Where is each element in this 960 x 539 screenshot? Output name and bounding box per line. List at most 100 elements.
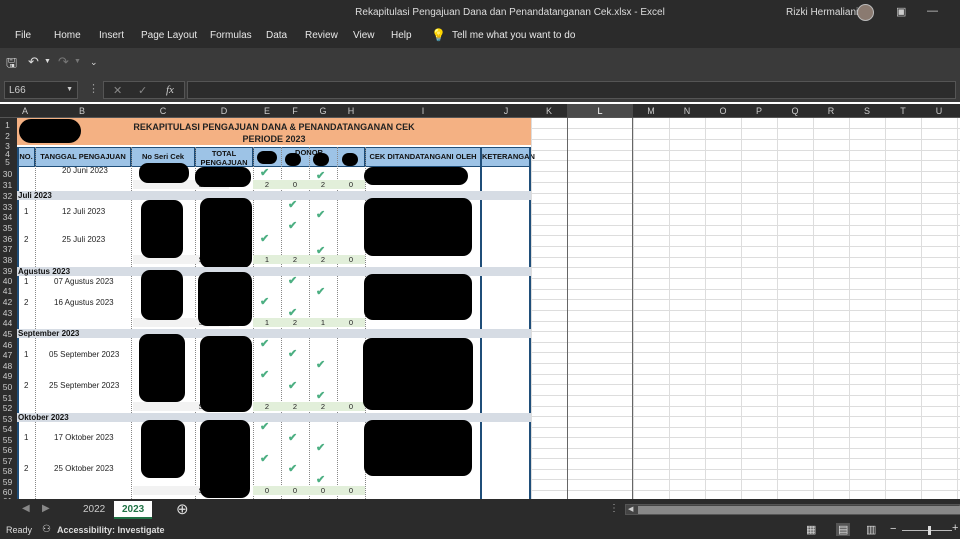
enter-icon[interactable]: ✓ — [138, 84, 147, 97]
zoom-in-icon[interactable]: + — [952, 522, 958, 534]
scroll-left-arrow-icon[interactable]: ◀ — [628, 505, 633, 513]
column-header[interactable]: Q — [777, 106, 813, 116]
row-header[interactable]: 45 — [0, 329, 15, 339]
row-header[interactable]: 39 — [0, 266, 15, 276]
column-header[interactable]: B — [33, 106, 131, 116]
column-header[interactable]: R — [813, 106, 849, 116]
customize-toolbar-icon[interactable]: ⌄ — [90, 57, 98, 68]
normal-view-icon[interactable]: ▦ — [806, 523, 816, 536]
row-header[interactable]: 1 — [0, 120, 15, 130]
row-header[interactable]: 48 — [0, 361, 15, 371]
row-header[interactable]: 41 — [0, 286, 15, 296]
row-header[interactable]: 31 — [0, 180, 15, 190]
row-header[interactable]: 59 — [0, 477, 15, 487]
accessibility-icon[interactable]: ⚇ — [42, 524, 51, 535]
tab-2023[interactable]: 2023 — [114, 501, 153, 519]
tab-file[interactable]: File — [15, 30, 31, 41]
row-header[interactable]: 57 — [0, 456, 15, 466]
tab-help[interactable]: Help — [391, 30, 412, 41]
accessibility-status[interactable]: Accessibility: Investigate — [57, 525, 165, 535]
column-header[interactable]: F — [281, 106, 309, 116]
undo-icon[interactable]: ↶ — [28, 54, 39, 70]
save-icon[interactable]: 🖫 — [6, 54, 17, 76]
more-icon[interactable]: ⋮ — [88, 82, 99, 95]
tab-insert[interactable]: Insert — [99, 30, 124, 41]
column-header[interactable]: A — [17, 106, 33, 116]
column-header[interactable]: U — [921, 106, 957, 116]
tab-formulas[interactable]: Formulas — [210, 30, 252, 41]
redo-dropdown-icon[interactable]: ▼ — [74, 58, 81, 65]
column-header[interactable]: T — [885, 106, 921, 116]
tab-page-layout[interactable]: Page Layout — [141, 30, 197, 41]
cancel-icon[interactable]: ✕ — [113, 84, 122, 97]
zoom-slider[interactable] — [902, 530, 952, 531]
column-header[interactable]: D — [195, 106, 253, 116]
zoom-out-icon[interactable]: − — [890, 523, 896, 535]
column-header[interactable]: O — [705, 106, 741, 116]
worksheet-grid[interactable]: REKAPITULASI PENGAJUAN DANA & PENANDATAN… — [17, 118, 960, 499]
tab-view[interactable]: View — [353, 30, 375, 41]
column-header[interactable]: E — [253, 106, 281, 116]
ribbon-display-icon[interactable]: ▣ — [896, 5, 906, 18]
tab-2022[interactable]: 2022 — [75, 501, 113, 519]
row-header[interactable]: 49 — [0, 371, 15, 381]
column-header[interactable]: K — [531, 106, 567, 116]
row-header[interactable]: 58 — [0, 466, 15, 476]
formula-input[interactable] — [187, 81, 956, 99]
row-header[interactable]: 47 — [0, 350, 15, 360]
avatar[interactable] — [857, 4, 874, 21]
row-header[interactable]: 30 — [0, 169, 15, 179]
column-header[interactable]: S — [849, 106, 885, 116]
row-header[interactable]: 42 — [0, 297, 15, 307]
column-header[interactable]: N — [669, 106, 705, 116]
tab-home[interactable]: Home — [54, 30, 81, 41]
column-header[interactable]: P — [741, 106, 777, 116]
row-header[interactable]: 55 — [0, 435, 15, 445]
column-header[interactable]: G — [309, 106, 337, 116]
row-header[interactable]: 44 — [0, 318, 15, 328]
row-header[interactable]: 35 — [0, 223, 15, 233]
column-header-selected[interactable]: L — [567, 104, 633, 117]
tell-me-search[interactable]: Tell me what you want to do — [452, 30, 575, 41]
scroll-right-icon[interactable]: ▶ — [42, 503, 50, 514]
column-header[interactable]: C — [131, 106, 195, 116]
page-break-view-icon[interactable]: ▥ — [866, 523, 876, 536]
row-header[interactable]: 52 — [0, 403, 15, 413]
row-header[interactable]: 54 — [0, 424, 15, 434]
row-header[interactable]: 56 — [0, 445, 15, 455]
insert-function-icon[interactable]: fx — [166, 84, 174, 96]
add-sheet-icon[interactable]: ⊕ — [176, 500, 189, 518]
row-header[interactable]: 2 — [0, 131, 15, 141]
row-header[interactable]: 53 — [0, 414, 15, 424]
scroll-left-icon[interactable]: ◀ — [22, 503, 30, 514]
redo-icon[interactable]: ↷ — [58, 54, 69, 70]
row-header[interactable]: 32 — [0, 191, 15, 201]
row-header[interactable]: 38 — [0, 255, 15, 265]
user-name[interactable]: Rizki Hermaliani — [786, 7, 858, 18]
name-box[interactable]: L66 ▼ — [4, 81, 78, 99]
tab-data[interactable]: Data — [266, 30, 287, 41]
row-header[interactable]: 34 — [0, 212, 15, 222]
undo-dropdown-icon[interactable]: ▼ — [44, 58, 51, 65]
zoom-slider-thumb[interactable] — [928, 526, 931, 535]
column-header[interactable]: M — [633, 106, 669, 116]
row-header[interactable]: 37 — [0, 244, 15, 254]
horizontal-scrollbar[interactable]: ◀ — [625, 504, 960, 515]
more-icon[interactable]: ⋮ — [609, 503, 619, 514]
chevron-down-icon[interactable]: ▼ — [66, 86, 73, 93]
page-layout-view-icon[interactable]: ▤ — [836, 523, 851, 536]
row-header[interactable]: 36 — [0, 234, 15, 244]
column-header[interactable]: H — [337, 106, 365, 116]
row-header[interactable]: 46 — [0, 340, 15, 350]
tab-review[interactable]: Review — [305, 30, 338, 41]
row-header[interactable]: 50 — [0, 382, 15, 392]
column-header[interactable]: J — [481, 106, 531, 116]
row-header[interactable]: 43 — [0, 308, 15, 318]
scrollbar-thumb[interactable] — [638, 506, 960, 514]
minimize-icon[interactable]: — — [927, 5, 938, 17]
row-header[interactable]: 5 — [0, 157, 15, 167]
row-header[interactable]: 40 — [0, 276, 15, 286]
row-header[interactable]: 33 — [0, 202, 15, 212]
column-header[interactable]: I — [365, 106, 481, 116]
row-header[interactable]: 51 — [0, 393, 15, 403]
